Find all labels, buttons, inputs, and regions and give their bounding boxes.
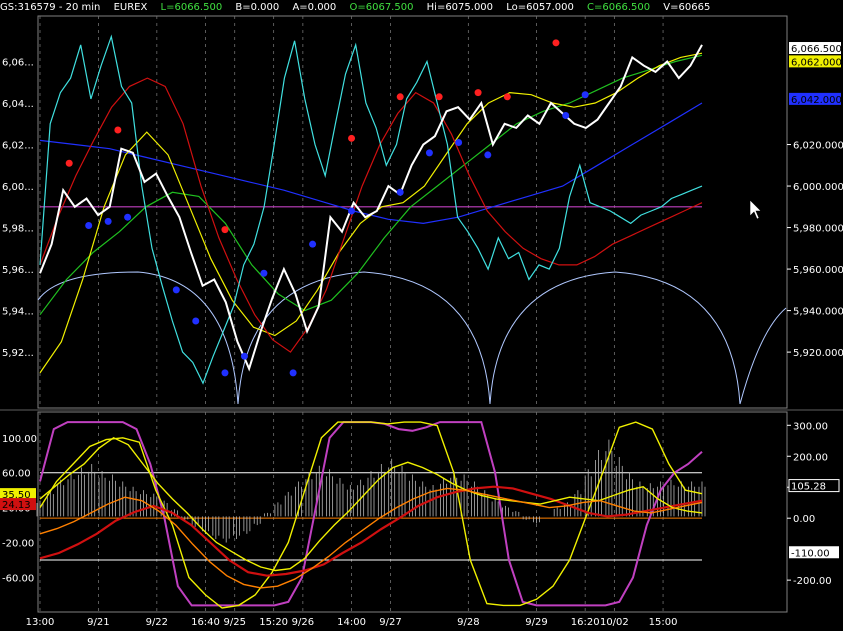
time-tick-label: 15:20 [259, 617, 288, 628]
open-price: O=6067.500 [349, 2, 414, 13]
oscillator-left-tick-label: 60.00 [2, 469, 31, 480]
signal-dot [309, 240, 317, 248]
signal-dot [124, 213, 132, 221]
oscillator-right-tick-label: -200.00 [793, 576, 832, 587]
signal-dot [114, 126, 122, 134]
oscillator-right-tick-label: 300.00 [793, 421, 828, 432]
signal-dot [503, 93, 511, 101]
last-price: L=6066.500 [160, 2, 223, 13]
oscillator-right-axis: 300.00200.00100.000.00-200.00105.28-110.… [787, 421, 840, 587]
time-tick-label: 9/25 [223, 617, 245, 628]
time-tick-label: 15:00 [649, 617, 678, 628]
oscillator-right-value-text: -110.00 [791, 548, 830, 559]
exchange-label: EUREX [113, 2, 148, 13]
price-left-axis: 6,06... 6,04... 6,02... 6,00... 5,98... 5,96.… [2, 58, 34, 360]
signal-dot [260, 269, 268, 277]
time-tick-label: 9/22 [146, 617, 168, 628]
price-left-tick-label: 5,92... [2, 348, 34, 359]
oscillator-left-tick-label: -20.00 [2, 539, 34, 550]
signal-dot [396, 93, 404, 101]
time-tick-label: 14:00 [337, 617, 366, 628]
ask-price: A=0.000 [292, 2, 337, 13]
signal-dot [552, 39, 560, 47]
signal-dot [221, 226, 229, 234]
oscillator-left-tick-label: 100.00 [2, 434, 37, 445]
low-price: Lo=6057.000 [506, 2, 574, 13]
signal-dot [484, 151, 492, 159]
price-right-value-text: 6,066.500 [791, 44, 842, 55]
signal-dot [348, 134, 356, 142]
price-right-value-text: 6,042.000 [791, 95, 842, 106]
signal-dot [85, 221, 93, 229]
time-tick-label: 16:40 [191, 617, 220, 628]
signal-dot [396, 188, 404, 196]
price-right-tick-label: 6,020.000 [793, 141, 843, 152]
oscillator-left-value-text: 24.13 [2, 500, 31, 511]
chart-canvas: 6,06... 6,04... 6,02... 6,00... 5,98... 5,96.… [0, 15, 843, 628]
price-right-value-text: 6,062.000 [791, 57, 842, 68]
price-right-tick-label: 5,980.000 [793, 224, 843, 235]
price-right-axis: 6,020.000 6,000.000 5,980.000 5,960.000 5,94… [787, 42, 843, 359]
high-price: Hi=6075.000 [426, 2, 494, 13]
close-price: C=6066.500 [587, 2, 651, 13]
time-tick-label: 9/21 [87, 617, 109, 628]
time-tick-label: 10/02 [600, 617, 629, 628]
signal-dot [289, 369, 297, 377]
signal-dot [192, 317, 200, 325]
signal-dot [65, 159, 73, 167]
time-tick-label: 16:20 [571, 617, 600, 628]
oscillator-right-tick-label: 200.00 [793, 452, 828, 463]
signal-dot [425, 149, 433, 157]
time-axis: 13:00 9/21 9/22 16:40 9/25 15:20 9/26 14:00 9/27… [26, 617, 678, 628]
signal-dot [172, 286, 180, 294]
price-right-tick-label: 5,940.000 [793, 307, 843, 318]
signal-dot [221, 369, 229, 377]
signal-dot [474, 89, 482, 97]
time-tick-label: 9/28 [457, 617, 479, 628]
signal-dot [104, 217, 112, 225]
oscillator-right-tick-label: 0.00 [793, 514, 815, 525]
price-left-tick-label: 6,06... [2, 58, 34, 69]
price-left-tick-label: 6,00... [2, 182, 34, 193]
price-right-tick-label: 5,920.000 [793, 348, 843, 359]
price-right-tick-label: 5,960.000 [793, 265, 843, 276]
volume-label: V=60665 [663, 2, 711, 13]
signal-dot [562, 111, 570, 119]
time-tick-label: 9/29 [525, 617, 547, 628]
price-left-tick-label: 6,04... [2, 99, 34, 110]
quote-header: GS:316579 - 20 min EUREX L=6066.500 B=0.… [0, 0, 843, 16]
bid-price: B=0.000 [235, 2, 280, 13]
price-left-tick-label: 5,96... [2, 265, 34, 276]
signal-dot [348, 207, 356, 215]
oscillator-left-tick-label: -60.00 [2, 573, 34, 584]
oscillator-left-axis: 100.0060.0020.00-20.00-60.0035.5024.13 [0, 434, 37, 584]
time-tick-label: 13:00 [26, 617, 55, 628]
price-left-tick-label: 5,94... [2, 307, 34, 318]
price-right-tick-label: 6,000.000 [793, 182, 843, 193]
oscillator-right-value-text: 105.28 [791, 482, 826, 493]
price-left-tick-label: 5,98... [2, 224, 34, 235]
time-tick-label: 9/26 [292, 617, 314, 628]
signal-dot [240, 352, 248, 360]
time-tick-label: 9/27 [379, 617, 401, 628]
price-left-tick-label: 6,02... [2, 141, 34, 152]
symbol-label: GS:316579 - 20 min [0, 2, 101, 13]
price-panel-frame [37, 15, 788, 409]
signal-dot [581, 91, 589, 99]
signal-dot [435, 93, 443, 101]
signal-dot [455, 138, 463, 146]
